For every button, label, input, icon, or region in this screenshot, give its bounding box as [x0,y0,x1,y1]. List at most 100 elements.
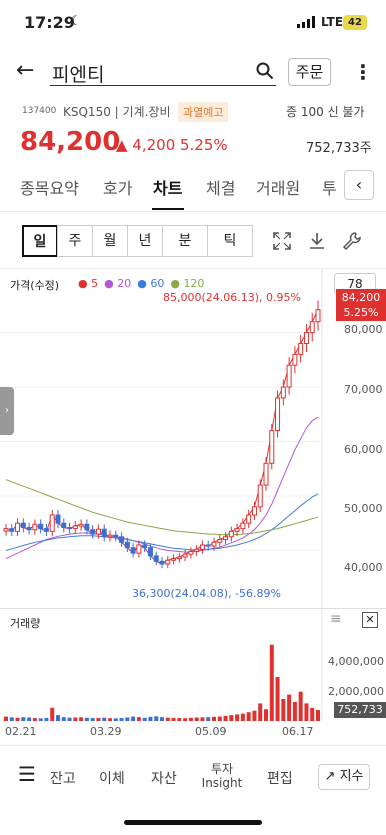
candle-body [43,528,49,532]
back-arrow-icon[interactable]: ← [16,58,34,83]
volume-bar [102,717,107,721]
x-tick-0617: 06.17 [282,725,314,738]
candle-body [72,525,78,530]
volume-bar [275,677,280,721]
candle-body [49,514,55,532]
volume-bar [67,717,72,721]
candle-body [188,551,194,555]
order-button[interactable]: 주문 [288,58,331,86]
stock-code: 137400 [22,106,57,116]
candle-body [205,544,211,547]
battery-icon: 42 [343,15,367,30]
candle-body [292,353,298,366]
index-button[interactable]: ↗ 지수 [318,764,370,790]
volume-bar [298,691,303,721]
stock-name[interactable]: 피엔티 [52,60,104,87]
nav-assets[interactable]: 자산 [151,768,177,788]
volume-bar [56,715,60,721]
candle-body [84,523,90,531]
candle-body [199,544,205,550]
network-label: LTE [321,15,344,29]
volume-bar [206,717,211,721]
candle-body [20,522,26,529]
download-icon[interactable] [307,231,327,251]
moon-icon: ☾ [70,14,82,29]
candle-body [113,534,119,538]
signal-icon [297,16,315,28]
candle-body [303,332,309,344]
candle-body [234,528,240,532]
volume-bar [287,694,292,721]
x-tick-0329: 03.29 [90,725,122,738]
candle-body [171,558,177,561]
candle-body [257,484,263,508]
candle-body [90,529,96,535]
volume-bar [304,703,309,721]
price-chart[interactable]: 가격(수정) ● 5 ● 20 ● 60 ● 120 78 85,000(24.… [0,268,386,609]
period-minute[interactable]: 분 [162,225,208,257]
more-menu-icon[interactable]: ⋮ [353,60,373,84]
candle-body [159,560,165,565]
wrench-icon[interactable] [341,230,363,252]
y-tick-80000: 80,000 [344,323,383,336]
candle-body [32,523,38,531]
period-year[interactable]: 년 [127,225,163,257]
volume-bar [61,717,66,721]
candle-body [119,536,125,543]
nav-transfer[interactable]: 이체 [99,768,125,788]
candle-body [38,523,44,530]
candle-body [194,548,200,553]
volume-bar [142,717,147,721]
candle-body [107,534,113,538]
candle-body [286,364,292,388]
trade-volume: 752,733주 [306,141,372,156]
volume-bar [310,707,315,721]
volume-chart[interactable]: 거래량 ≡ ✕ 4,000,000 2,000,000 752,733 [0,608,386,721]
tab-investor[interactable]: 투 [322,175,337,199]
tab-orderbook[interactable]: 호가 [103,175,132,199]
volume-tick-4m: 4,000,000 [328,655,384,668]
volume-bar [212,716,216,721]
candle-body [95,528,101,535]
active-tab-indicator [152,208,184,210]
tab-trades[interactable]: 체결 [206,175,235,199]
trend-icon: ↗ [324,769,336,784]
volume-bar [188,717,193,721]
volume-bar [223,715,228,721]
period-day[interactable]: 일 [22,225,58,257]
period-month[interactable]: 월 [92,225,128,257]
menu-icon[interactable]: ☰ [18,762,36,786]
chevron-left-icon[interactable]: ‹ [344,170,374,200]
period-week[interactable]: 주 [57,225,93,257]
period-tick[interactable]: 틱 [207,225,253,257]
volume-bar [79,717,84,721]
volume-bar [84,717,89,721]
nav-balance[interactable]: 잔고 [50,768,76,788]
volume-bar [4,716,8,721]
expand-icon[interactable] [272,231,292,251]
volume-bar [32,718,37,721]
tab-summary[interactable]: 종목요약 [20,175,79,199]
volume-bar [136,717,141,721]
candle-body [246,514,252,524]
volume-bar [177,718,182,721]
tab-brokers[interactable]: 거래원 [256,175,300,199]
y-tick-60000: 60,000 [344,443,383,456]
volume-bar [183,718,188,721]
candle-body [275,397,281,432]
nav-edit[interactable]: 편집 [267,768,293,788]
search-icon[interactable] [256,62,274,80]
candle-body [15,522,21,532]
volume-tick-2m: 2,000,000 [328,685,384,698]
volume-bar [252,710,257,721]
candle-body [280,386,286,399]
nav-insight[interactable]: 투자 Insight [198,762,246,790]
margin-info: 증 100 신 불가 [286,105,365,119]
volume-bar [125,717,130,721]
side-panel-handle[interactable]: › [0,387,14,435]
volume-bar [165,717,170,721]
candle-body [228,530,234,538]
volume-bar [21,717,26,721]
candle-body [211,541,217,547]
tab-chart[interactable]: 차트 [153,175,182,199]
